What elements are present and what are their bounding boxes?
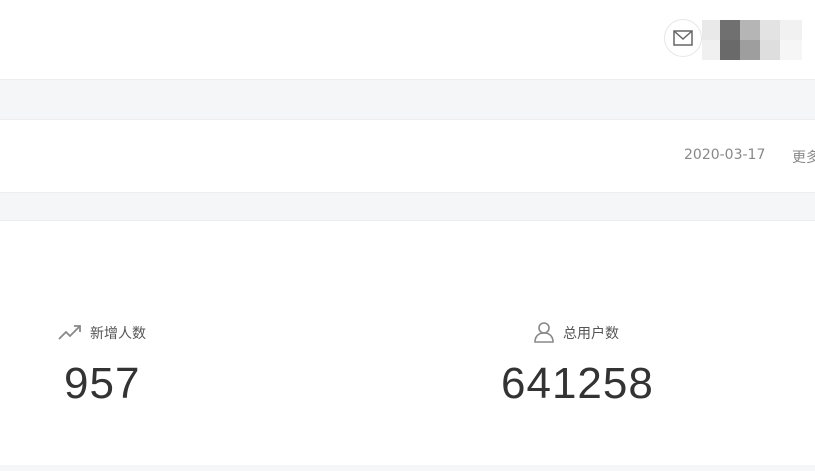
notice-bar: 2020-03-17 更多 xyxy=(0,119,815,193)
stats-panel: 新增人数 957 总用户数 641258 xyxy=(0,220,815,465)
user-avatar-icon[interactable] xyxy=(702,20,802,60)
notice-date: 2020-03-17 xyxy=(684,147,766,163)
stat-label-total-users: 总用户数 xyxy=(563,326,619,342)
message-button[interactable] xyxy=(664,19,702,57)
stat-label-new-users: 新增人数 xyxy=(90,326,146,342)
user-icon xyxy=(534,322,554,343)
mail-icon xyxy=(673,30,693,46)
more-link[interactable]: 更多 xyxy=(792,147,815,167)
stat-value-new-users: 957 xyxy=(64,359,141,408)
top-header xyxy=(0,0,815,80)
stat-value-total-users: 641258 xyxy=(501,359,654,408)
trend-up-icon xyxy=(58,325,81,340)
